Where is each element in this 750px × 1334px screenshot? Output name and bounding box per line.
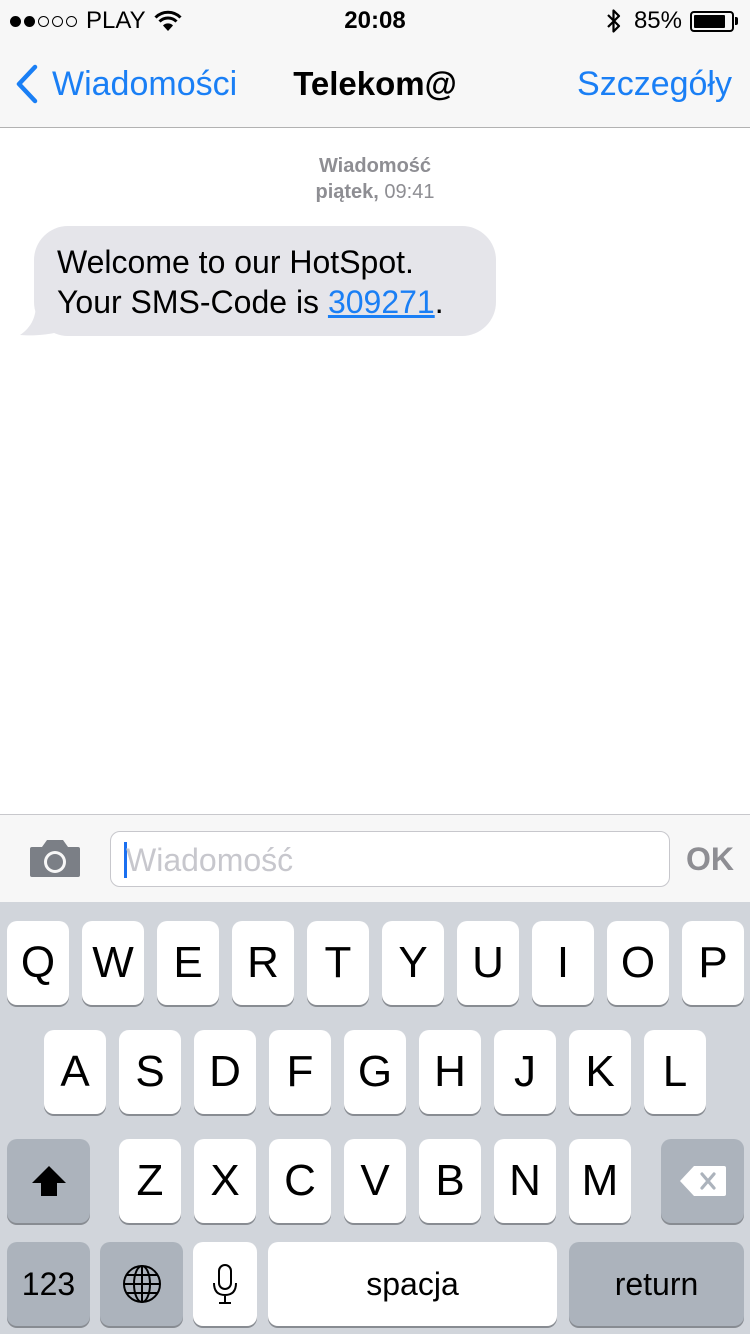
message-service-label: Wiadomość [318, 155, 432, 177]
key-d[interactable]: D [194, 1030, 256, 1114]
key-f[interactable]: F [269, 1030, 331, 1114]
delete-key[interactable] [661, 1139, 744, 1223]
details-button[interactable]: Szczegóły [577, 64, 732, 104]
key-e[interactable]: E [157, 921, 219, 1005]
key-u[interactable]: U [457, 921, 519, 1005]
numbers-key[interactable]: 123 [7, 1242, 90, 1326]
message-input[interactable]: Wiadomość [110, 831, 670, 887]
message-line-2: Your SMS-Code is 309271. [57, 282, 474, 322]
keyboard: 123 spacja return QWERTYUIOP ASDFGHJKL ZXC… [0, 902, 750, 1334]
key-z[interactable]: Z [119, 1139, 181, 1223]
key-o[interactable]: O [607, 921, 669, 1005]
key-p[interactable]: P [682, 921, 744, 1005]
key-l[interactable]: L [644, 1030, 706, 1114]
message-day: piątek, [315, 181, 379, 203]
received-message-bubble[interactable]: Welcome to our HotSpot. Your SMS-Code is… [34, 226, 496, 336]
return-key-label: return [614, 1265, 699, 1302]
message-line-2-end: . [434, 284, 444, 320]
message-line-1: Welcome to our HotSpot. [57, 244, 414, 280]
key-n[interactable]: N [494, 1139, 556, 1223]
key-k[interactable]: K [569, 1030, 631, 1114]
key-x[interactable]: X [194, 1139, 256, 1223]
key-q[interactable]: Q [7, 921, 69, 1005]
message-timestamp: piątek, 09:41 [0, 179, 750, 205]
space-key[interactable]: spacja [268, 1242, 557, 1326]
microphone-icon [213, 1264, 237, 1304]
battery-level-fill [694, 14, 725, 28]
globe-key[interactable] [100, 1242, 183, 1326]
space-key-label: spacja [366, 1265, 459, 1302]
navigation-bar: Wiadomości Telekom@ Szczegóły [0, 40, 750, 128]
battery-percentage: 85% [633, 7, 682, 34]
message-line-2-text: Your SMS-Code is [57, 284, 328, 320]
key-w[interactable]: W [82, 921, 144, 1005]
message-input-bar: Wiadomość OK [0, 814, 750, 902]
globe-icon [122, 1265, 161, 1303]
key-t[interactable]: T [307, 921, 369, 1005]
send-button[interactable]: OK [686, 839, 734, 879]
shift-key[interactable] [7, 1139, 90, 1223]
key-s[interactable]: S [119, 1030, 181, 1114]
message-time: 09:41 [384, 181, 435, 203]
battery-icon [690, 10, 738, 32]
camera-icon[interactable] [28, 837, 82, 879]
numbers-key-label: 123 [21, 1265, 76, 1302]
battery-cap [735, 17, 738, 25]
key-r[interactable]: R [232, 921, 294, 1005]
key-m[interactable]: M [569, 1139, 631, 1223]
bluetooth-icon [607, 9, 621, 33]
key-i[interactable]: I [532, 921, 594, 1005]
backspace-icon [679, 1166, 726, 1196]
key-b[interactable]: B [419, 1139, 481, 1223]
shift-icon [31, 1166, 66, 1196]
message-input-placeholder: Wiadomość [126, 842, 294, 878]
key-a[interactable]: A [44, 1030, 106, 1114]
key-y[interactable]: Y [382, 921, 444, 1005]
dictation-key[interactable] [193, 1242, 257, 1326]
key-c[interactable]: C [269, 1139, 331, 1223]
status-bar-right: 85% [606, 7, 738, 35]
key-v[interactable]: V [344, 1139, 406, 1223]
status-bar: PLAY 20:08 85% [0, 0, 750, 40]
key-j[interactable]: J [494, 1030, 556, 1114]
key-h[interactable]: H [419, 1030, 481, 1114]
sms-code-link[interactable]: 309271 [328, 284, 435, 320]
conversation-area[interactable]: Wiadomość piątek, 09:41 Welcome to our H… [0, 129, 750, 814]
battery-body [690, 10, 734, 32]
key-g[interactable]: G [344, 1030, 406, 1114]
return-key[interactable]: return [569, 1242, 744, 1326]
